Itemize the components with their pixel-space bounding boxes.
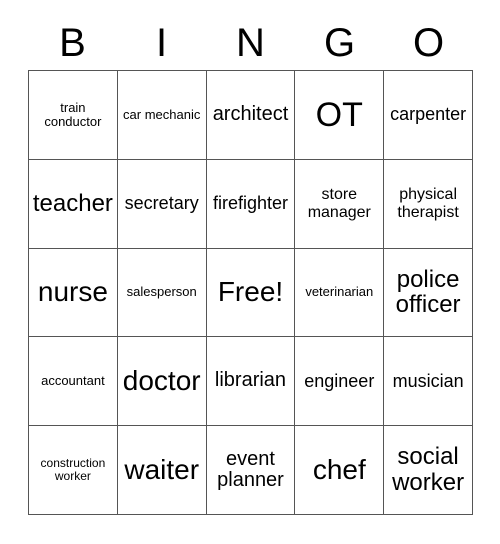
bingo-cell-r5c3[interactable]: event planner — [206, 426, 296, 515]
bingo-cell-label: teacher — [32, 189, 113, 217]
bingo-cell-label: train conductor — [44, 99, 102, 129]
bingo-cell-r4c1[interactable]: accountant — [29, 337, 118, 427]
bingo-cell-label: secretary — [124, 192, 199, 213]
bingo-cell-label: construction worker — [40, 456, 106, 484]
bingo-cell-label: waiter — [124, 453, 200, 485]
bingo-cell-r2c1[interactable]: teacher — [29, 159, 118, 249]
bingo-grid: train conductor car mechanic architect O… — [28, 70, 473, 515]
bingo-cell-r2c2[interactable]: secretary — [117, 159, 207, 249]
bingo-cell-label: engineer — [304, 370, 375, 391]
bingo-cell-label: musician — [392, 370, 464, 391]
bingo-cell-r3c2[interactable]: salesperson — [117, 248, 207, 338]
bingo-cell-label: librarian — [214, 369, 287, 392]
bingo-cell-r2c5[interactable]: physical therapist — [384, 159, 473, 249]
bingo-cell-r5c4[interactable]: chef — [295, 426, 385, 515]
bingo-cell-r1c3[interactable]: architect — [206, 71, 296, 160]
bingo-cell-r4c5[interactable]: musician — [384, 337, 473, 427]
bingo-cell-r2c4[interactable]: store manager — [295, 159, 385, 249]
bingo-cell-label: chef — [312, 453, 366, 485]
header-letter-i: I — [155, 21, 168, 65]
bingo-cell-label: nurse — [37, 276, 108, 308]
bingo-cell-label: firefighter — [212, 192, 289, 213]
bingo-card: B I N G O train conductor car mechanic a… — [0, 0, 500, 544]
bingo-cell-r4c2[interactable]: doctor — [117, 337, 207, 427]
header-letter-g: G — [323, 21, 356, 65]
bingo-cell-r5c5[interactable]: social worker — [384, 426, 473, 515]
bingo-cell-label: store manager — [307, 186, 371, 221]
bingo-cell-label: police officer — [395, 265, 461, 319]
bingo-cell-r5c1[interactable]: construction worker — [29, 426, 118, 515]
bingo-cell-label: veterinarian — [305, 284, 374, 300]
bingo-cell-label: doctor — [122, 365, 201, 397]
bingo-cell-r1c1[interactable]: train conductor — [29, 71, 118, 160]
free-space-label: Free! — [217, 276, 284, 308]
header-letter-o: O — [412, 21, 445, 65]
bingo-cell-label: architect — [212, 103, 289, 126]
bingo-cell-r3c1[interactable]: nurse — [29, 248, 118, 338]
bingo-cell-free-space[interactable]: Free! — [206, 248, 296, 338]
bingo-cell-r3c4[interactable]: veterinarian — [295, 248, 385, 338]
bingo-cell-label: accountant — [41, 373, 105, 389]
bingo-cell-r1c4[interactable]: OT — [295, 71, 385, 160]
bingo-cell-label: social worker — [392, 443, 465, 497]
bingo-cell-r2c3[interactable]: firefighter — [206, 159, 296, 249]
bingo-cell-r1c2[interactable]: car mechanic — [117, 71, 207, 160]
bingo-header: B I N G O — [28, 16, 473, 70]
bingo-cell-label: physical therapist — [397, 186, 459, 221]
bingo-cell-label: carpenter — [390, 104, 467, 125]
header-letter-n: N — [236, 21, 265, 65]
header-letter-b: B — [59, 21, 86, 65]
bingo-cell-r4c4[interactable]: engineer — [295, 337, 385, 427]
bingo-cell-r3c5[interactable]: police officer — [384, 248, 473, 338]
bingo-cell-r4c3[interactable]: librarian — [206, 337, 296, 427]
bingo-cell-label: car mechanic — [123, 106, 201, 122]
bingo-cell-label: salesperson — [126, 284, 197, 300]
bingo-cell-r5c2[interactable]: waiter — [117, 426, 207, 515]
bingo-cell-label: event planner — [217, 447, 284, 492]
bingo-cell-r1c5[interactable]: carpenter — [384, 71, 473, 160]
bingo-cell-label: OT — [315, 95, 363, 134]
